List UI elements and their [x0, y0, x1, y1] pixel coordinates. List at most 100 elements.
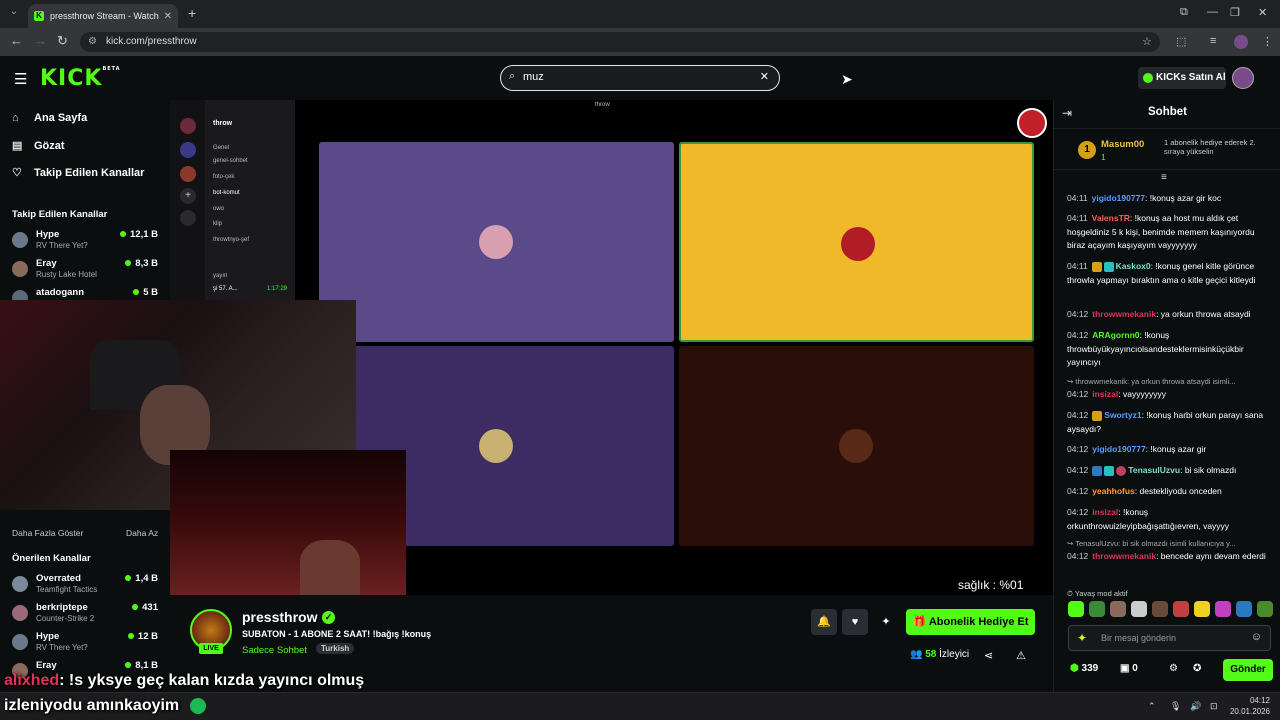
- back-icon[interactable]: ←: [10, 34, 23, 48]
- maximize-icon[interactable]: ❐: [1230, 6, 1240, 19]
- top-gifter-name[interactable]: Masum00: [1101, 139, 1144, 150]
- recommended-channel[interactable]: berkriptepe Counter-Strike 2 431: [12, 602, 162, 626]
- chat-message: 04:11 Kaskox0: !konuş genel kitle görünce…: [1067, 261, 1256, 285]
- kick-sparkle-icon[interactable]: ✦: [1077, 631, 1087, 645]
- nav-browse[interactable]: ▤ Gözat: [12, 139, 65, 152]
- msg-user[interactable]: insizal: [1092, 507, 1118, 517]
- msg-time: 04:12: [1067, 551, 1089, 561]
- emote-icon[interactable]: [1257, 601, 1273, 617]
- emote-quick-bar: [1068, 601, 1273, 621]
- search-input[interactable]: ⌕ muz ✕: [500, 65, 780, 91]
- browser-tab[interactable]: K pressthrow Stream - Watch Live ✕: [28, 4, 178, 28]
- emote-icon[interactable]: [1110, 601, 1126, 617]
- streamer-name[interactable]: pressthrow: [242, 609, 317, 625]
- chat-message: 04:11 yigido190777: !konuş azar gir koc: [1067, 193, 1222, 203]
- gift-counter[interactable]: ▣ 0: [1120, 663, 1138, 674]
- msg-user[interactable]: yigido190777: [1092, 193, 1145, 203]
- discord-voice-channel: şi 57. A...: [213, 286, 238, 292]
- tray-chevron-icon[interactable]: ⌃: [1148, 701, 1156, 712]
- show-less-link[interactable]: Daha Az: [126, 528, 158, 538]
- mod-badge-icon: [1092, 465, 1103, 476]
- emote-icon[interactable]: [1068, 601, 1084, 617]
- channel-viewers: 12 B: [128, 631, 158, 642]
- channel-points[interactable]: ⬢ 339: [1070, 663, 1098, 674]
- reading-list-icon[interactable]: ≡: [1210, 35, 1216, 47]
- reload-icon[interactable]: ↻: [57, 34, 68, 48]
- volume-icon[interactable]: 🔊: [1190, 701, 1201, 712]
- chat-message: 04:12 Swortyz1: !konuş harbi orkun parayı…: [1067, 410, 1264, 434]
- nav-following-label: Takip Edilen Kanallar: [34, 167, 145, 179]
- msg-user[interactable]: throwwmekanik: [1092, 551, 1156, 561]
- emote-icon[interactable]: [1173, 601, 1189, 617]
- sparkle-button[interactable]: ✦: [873, 609, 899, 635]
- emote-icon[interactable]: [1215, 601, 1231, 617]
- msg-time: 04:11: [1067, 193, 1088, 203]
- caption-username: alixhed: [4, 672, 60, 689]
- emoji-picker-icon[interactable]: ☺: [1251, 631, 1262, 643]
- msg-user[interactable]: ValensTR: [1092, 213, 1130, 223]
- extensions-icon[interactable]: ⬚: [1176, 35, 1186, 48]
- cast-icon[interactable]: ⧉: [1180, 6, 1188, 19]
- forward-icon[interactable]: →: [34, 34, 47, 48]
- notification-bell-button[interactable]: 🔔: [811, 609, 837, 635]
- share-icon[interactable]: ⋖: [984, 649, 993, 662]
- msg-user[interactable]: yigido190777: [1092, 444, 1145, 454]
- close-window-icon[interactable]: ✕: [1258, 6, 1267, 19]
- channel-game: Rusty Lake Hotel: [36, 270, 97, 279]
- chat-message: 04:12 throwwmekanik: bencede aynı devam e…: [1067, 551, 1266, 561]
- nav-home[interactable]: ⌂ Ana Sayfa: [12, 112, 87, 124]
- microphone-icon[interactable]: 🎙: [1170, 701, 1181, 712]
- stream-category[interactable]: Sadece Sohbet: [242, 645, 307, 656]
- follow-heart-button[interactable]: ♥: [842, 609, 868, 635]
- emote-icon[interactable]: [1131, 601, 1147, 617]
- stream-tag[interactable]: Turkish: [316, 643, 355, 654]
- followed-channels-title: Takip Edilen Kanallar: [12, 209, 108, 220]
- msg-user[interactable]: Swortyz1: [1104, 410, 1141, 420]
- chat-settings-icon[interactable]: ⚙: [1169, 663, 1178, 674]
- msg-user[interactable]: yeahhofus: [1092, 486, 1135, 496]
- new-tab-button[interactable]: +: [188, 6, 196, 20]
- msg-user[interactable]: TenasulUzvu: [1128, 465, 1180, 475]
- profile-icon[interactable]: [1234, 35, 1248, 49]
- send-message-button[interactable]: Gönder: [1223, 659, 1273, 681]
- recommended-channels-title: Önerilen Kanallar: [12, 553, 91, 564]
- network-icon[interactable]: ⊡: [1210, 701, 1218, 712]
- followed-channel[interactable]: Hype RV There Yet? 12,1 B: [12, 229, 162, 253]
- user-avatar[interactable]: [1232, 67, 1254, 89]
- clear-search-icon[interactable]: ✕: [760, 70, 769, 83]
- nav-following[interactable]: ♡ Takip Edilen Kanallar: [12, 166, 144, 179]
- report-icon[interactable]: ⚠: [1016, 649, 1026, 662]
- emote-icon[interactable]: [1194, 601, 1210, 617]
- site-info-icon[interactable]: ⚙: [88, 32, 97, 52]
- expand-leaderboard-icon[interactable]: ≡: [1161, 172, 1167, 183]
- chat-extra-icon[interactable]: ✪: [1193, 663, 1201, 674]
- chat-message-input[interactable]: ✦ Bir mesaj gönderin ☺: [1068, 625, 1271, 651]
- show-more-link[interactable]: Daha Fazla Göster: [12, 528, 83, 538]
- menu-kebab-icon[interactable]: ⋮: [1262, 35, 1273, 48]
- hamburger-menu-icon[interactable]: ☰: [14, 70, 27, 88]
- msg-user[interactable]: insizal: [1092, 389, 1118, 399]
- minimize-icon[interactable]: —: [1207, 6, 1218, 18]
- spotify-icon[interactable]: [190, 698, 206, 714]
- bookmark-star-icon[interactable]: ☆: [1142, 35, 1152, 48]
- recommended-channel[interactable]: Overrated Teamfight Tactics 1,4 B: [12, 573, 162, 597]
- search-icon: ⌕: [509, 70, 516, 82]
- gift-subscription-button[interactable]: 🎁 Abonelik Hediye Et: [906, 609, 1035, 635]
- followed-channel[interactable]: Eray Rusty Lake Hotel 8,3 B: [12, 258, 162, 282]
- close-tab-icon[interactable]: ✕: [164, 11, 172, 22]
- caption-line-1: alixhed: !s yksye geç kalan kızda yayınc…: [4, 672, 364, 690]
- msg-user[interactable]: ARAgornn0: [1092, 330, 1139, 340]
- msg-user[interactable]: throwwmekanik: [1092, 309, 1156, 319]
- emote-icon[interactable]: [1089, 601, 1105, 617]
- msg-user[interactable]: Kaskox0: [1116, 261, 1151, 271]
- url-field[interactable]: ⚙ kick.com/pressthrow: [80, 32, 1160, 52]
- tab-list-button[interactable]: ⌄: [6, 6, 22, 22]
- discord-category: Genel: [213, 145, 230, 151]
- buy-kicks-button[interactable]: KICKs Satın Al: [1138, 67, 1226, 89]
- recommended-channel[interactable]: Hype RV There Yet? 12 B: [12, 631, 162, 655]
- emote-icon[interactable]: [1236, 601, 1252, 617]
- kick-logo[interactable]: KICKBETA: [40, 66, 121, 91]
- crown-badge-icon: [1091, 261, 1102, 272]
- emote-icon[interactable]: [1152, 601, 1168, 617]
- clock[interactable]: 04:12 20.01.2026: [1230, 695, 1270, 717]
